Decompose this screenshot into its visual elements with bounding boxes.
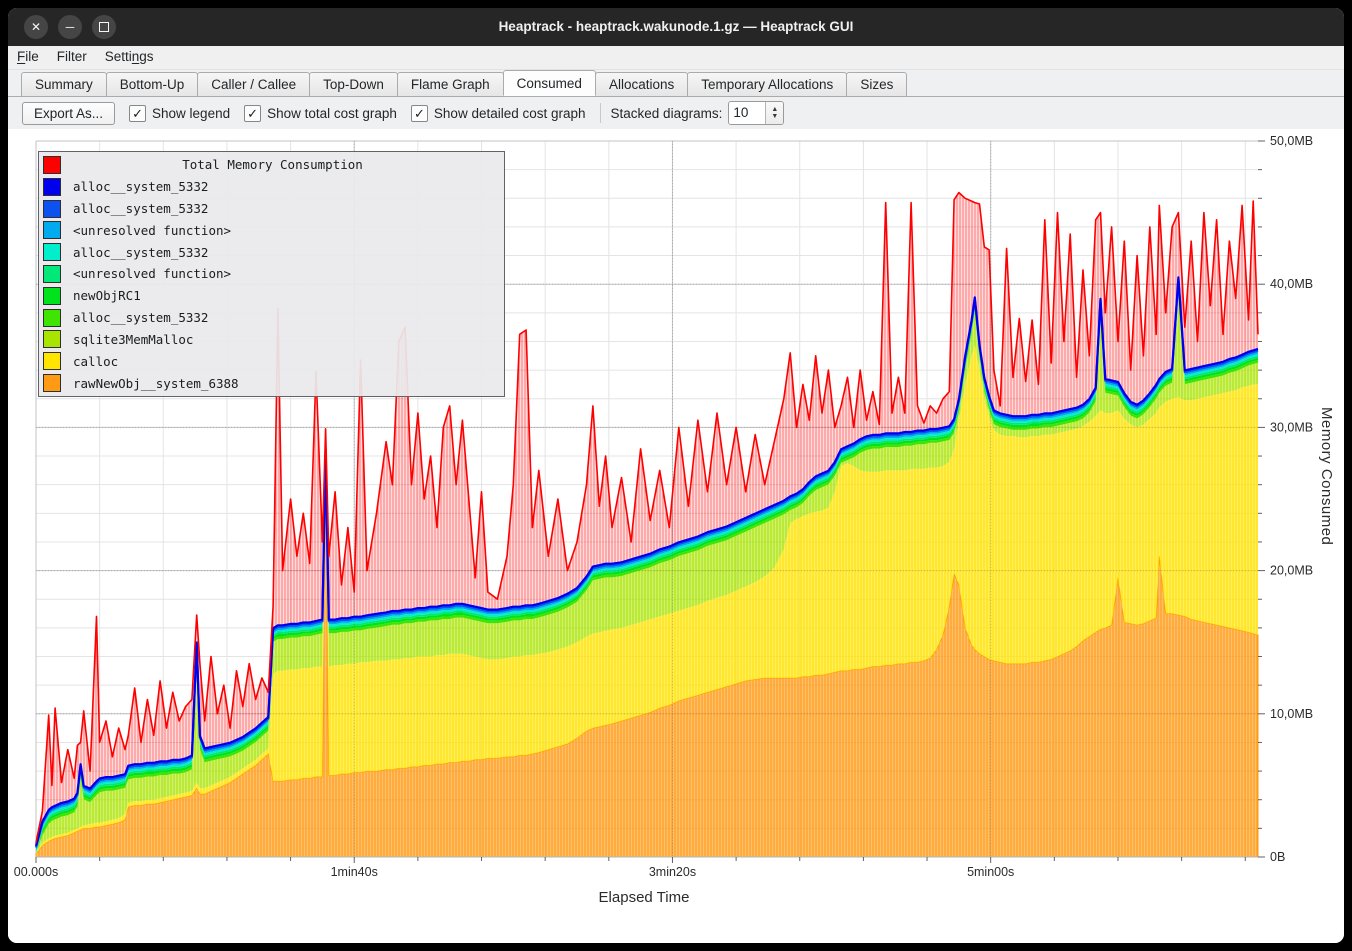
- tab-temporary-allocations[interactable]: Temporary Allocations: [687, 72, 847, 97]
- legend-swatch-icon: [43, 265, 61, 283]
- heaptrack-window: ✕ ─ Heaptrack - heaptrack.wakunode.1.gz …: [8, 8, 1344, 943]
- svg-text:3min20s: 3min20s: [649, 865, 696, 879]
- legend-swatch-icon: [43, 200, 61, 218]
- toolbar: Export As... ✓ Show legend ✓ Show total …: [8, 97, 1344, 129]
- legend-label: calloc: [73, 354, 118, 369]
- stacked-diagrams-stepper[interactable]: 10 ▲▼: [728, 101, 784, 125]
- legend-item-alloc-system-5332: alloc__system_5332: [39, 308, 504, 328]
- legend-label: Total Memory Consumption: [73, 157, 472, 172]
- y-axis-title: Memory Consumed: [1318, 407, 1335, 545]
- tab-flame-graph[interactable]: Flame Graph: [397, 72, 504, 97]
- legend-label: newObjRC1: [73, 288, 141, 303]
- legend-swatch-icon: [43, 352, 61, 370]
- legend-label: alloc__system_5332: [73, 245, 208, 260]
- legend-label: alloc__system_5332: [73, 179, 208, 194]
- tab-allocations[interactable]: Allocations: [595, 72, 688, 97]
- spinner-arrows-icon[interactable]: ▲▼: [765, 102, 783, 124]
- legend-swatch-icon: [43, 221, 61, 239]
- legend-item-unresolved-function: <unresolved function>: [39, 220, 504, 240]
- show-detailed-cost-checkbox[interactable]: ✓ Show detailed cost graph: [411, 105, 586, 122]
- x-axis-title: Elapsed Time: [8, 889, 1280, 906]
- legend-label: <unresolved function>: [73, 223, 231, 238]
- memory-chart[interactable]: 00.000s 1min40s 3min20s 5min00s 0B 10,0MB 20,0…: [8, 129, 1344, 943]
- svg-text:50,0MB: 50,0MB: [1270, 134, 1313, 148]
- legend-item-total-memory-consumption: Total Memory Consumption: [39, 155, 504, 175]
- svg-text:30,0MB: 30,0MB: [1270, 420, 1313, 434]
- menu-item-filter[interactable]: Filter: [48, 46, 96, 67]
- legend-item-rawnewobj-system-6388: rawNewObj__system_6388: [39, 373, 504, 393]
- legend-label: alloc__system_5332: [73, 201, 208, 216]
- legend-swatch-icon: [43, 156, 61, 174]
- show-total-cost-label: Show total cost graph: [267, 106, 397, 121]
- checkbox-icon[interactable]: ✓: [244, 105, 261, 122]
- legend-label: rawNewObj__system_6388: [73, 376, 239, 391]
- legend-item-newobjrc1: newObjRC1: [39, 286, 504, 306]
- legend-item-unresolved-function: <unresolved function>: [39, 264, 504, 284]
- show-total-cost-checkbox[interactable]: ✓ Show total cost graph: [244, 105, 397, 122]
- svg-text:40,0MB: 40,0MB: [1270, 277, 1313, 291]
- legend-swatch-icon: [43, 374, 61, 392]
- stacked-diagrams-label: Stacked diagrams:: [611, 106, 723, 121]
- tab-summary[interactable]: Summary: [21, 72, 107, 97]
- menu-item-file[interactable]: File: [8, 46, 48, 67]
- legend-label: <unresolved function>: [73, 266, 231, 281]
- svg-text:1min40s: 1min40s: [331, 865, 378, 879]
- legend-item-alloc-system-5332: alloc__system_5332: [39, 177, 504, 197]
- svg-text:5min00s: 5min00s: [967, 865, 1014, 879]
- export-as-button[interactable]: Export As...: [22, 102, 115, 125]
- legend-swatch-icon: [43, 178, 61, 196]
- svg-text:20,0MB: 20,0MB: [1270, 564, 1313, 578]
- checkbox-icon[interactable]: ✓: [411, 105, 428, 122]
- titlebar: ✕ ─ Heaptrack - heaptrack.wakunode.1.gz …: [8, 8, 1344, 46]
- svg-text:10,0MB: 10,0MB: [1270, 707, 1313, 721]
- show-legend-checkbox[interactable]: ✓ Show legend: [129, 105, 230, 122]
- chart-legend: Total Memory Consumption alloc__system_53…: [38, 151, 505, 397]
- legend-swatch-icon: [43, 330, 61, 348]
- tab-bottom-up[interactable]: Bottom-Up: [106, 72, 199, 97]
- legend-item-alloc-system-5332: alloc__system_5332: [39, 242, 504, 262]
- toolbar-separator: [600, 103, 601, 123]
- tab-sizes[interactable]: Sizes: [846, 72, 907, 97]
- legend-item-calloc: calloc: [39, 351, 504, 371]
- stacked-diagrams-value[interactable]: 10: [729, 102, 765, 124]
- checkbox-icon[interactable]: ✓: [129, 105, 146, 122]
- window-title: Heaptrack - heaptrack.wakunode.1.gz — He…: [8, 8, 1344, 46]
- show-legend-label: Show legend: [152, 106, 230, 121]
- tab-bar: SummaryBottom-UpCaller / CalleeTop-DownF…: [8, 70, 1344, 97]
- legend-item-sqlite3memmalloc: sqlite3MemMalloc: [39, 329, 504, 349]
- menubar: FileFilterSettings: [8, 46, 1344, 70]
- legend-item-alloc-system-5332: alloc__system_5332: [39, 199, 504, 219]
- legend-label: sqlite3MemMalloc: [73, 332, 193, 347]
- tab-consumed[interactable]: Consumed: [503, 70, 596, 96]
- legend-swatch-icon: [43, 243, 61, 261]
- legend-swatch-icon: [43, 309, 61, 327]
- legend-swatch-icon: [43, 287, 61, 305]
- svg-text:00.000s: 00.000s: [14, 865, 58, 879]
- tab-caller-callee[interactable]: Caller / Callee: [197, 72, 310, 97]
- tab-top-down[interactable]: Top-Down: [309, 72, 398, 97]
- menu-item-settings[interactable]: Settings: [96, 46, 163, 67]
- legend-label: alloc__system_5332: [73, 310, 208, 325]
- svg-text:0B: 0B: [1270, 850, 1285, 864]
- show-detailed-cost-label: Show detailed cost graph: [434, 106, 586, 121]
